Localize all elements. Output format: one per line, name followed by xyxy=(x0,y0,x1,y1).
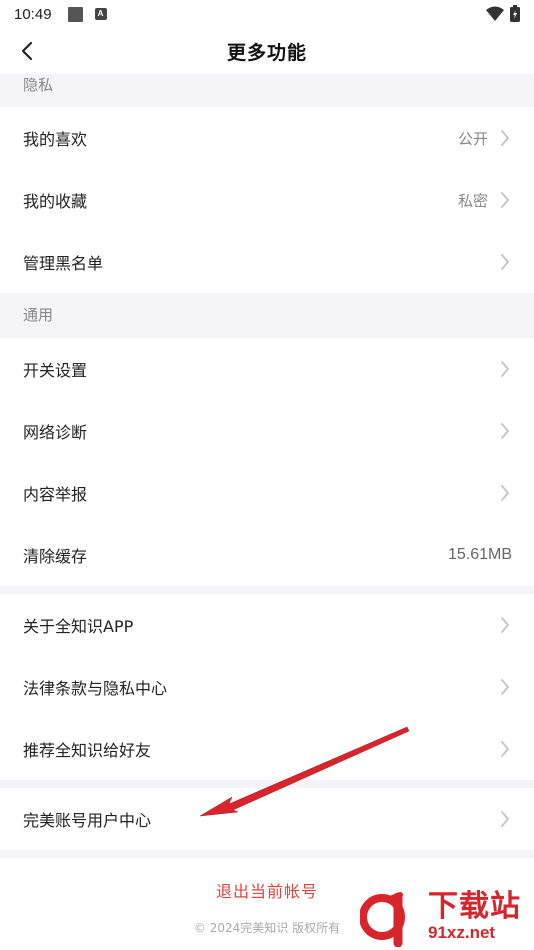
row-label: 管理黑名单 xyxy=(23,254,104,273)
row-label: 推荐全知识给好友 xyxy=(23,741,152,760)
cache-size-value: 15.61MB xyxy=(447,546,512,563)
row-label: 内容举报 xyxy=(23,485,88,504)
row-value: 公开 xyxy=(457,129,488,148)
status-bar: 10:49 A xyxy=(0,0,534,28)
chevron-right-icon xyxy=(498,740,512,758)
divider xyxy=(0,780,534,788)
row-value: 私密 xyxy=(457,191,488,210)
row-recommend-friends[interactable]: 推荐全知识给好友 xyxy=(0,718,534,780)
chevron-left-icon xyxy=(21,41,33,61)
row-switch-settings[interactable]: 开关设置 xyxy=(0,338,534,400)
row-manage-blacklist[interactable]: 管理黑名单 xyxy=(0,231,534,293)
watermark-text: 下载站 91xz.net xyxy=(428,891,521,943)
row-label: 关于全知识APP xyxy=(23,617,134,636)
page-title: 更多功能 xyxy=(226,41,307,64)
battery-icon xyxy=(510,5,520,22)
section-header-general: 通用 xyxy=(0,293,534,338)
a-notification-icon: A xyxy=(94,8,107,20)
row-label: 我的喜欢 xyxy=(23,130,88,149)
title-bar: 更多功能 xyxy=(0,28,534,74)
chevron-right-icon xyxy=(498,129,512,147)
row-label: 法律条款与隐私中心 xyxy=(23,679,168,698)
chevron-right-icon xyxy=(498,191,512,209)
chevron-right-icon xyxy=(498,253,512,271)
general-group: 开关设置 网络诊断 内容举报 清除缓存 15.61MB xyxy=(0,338,534,586)
privacy-group: 我的喜欢 公开 我的收藏 私密 管理黑名单 xyxy=(0,107,534,293)
row-label: 网络诊断 xyxy=(23,423,88,442)
chevron-right-icon xyxy=(498,422,512,440)
chevron-right-icon xyxy=(498,484,512,502)
notification-square-icon xyxy=(67,6,83,22)
row-content-report[interactable]: 内容举报 xyxy=(0,462,534,524)
chevron-right-icon xyxy=(498,360,512,378)
row-my-favorites[interactable]: 我的收藏 私密 xyxy=(0,169,534,231)
row-label: 完美账号用户中心 xyxy=(23,811,152,830)
back-button[interactable] xyxy=(10,34,44,68)
row-label: 开关设置 xyxy=(23,361,88,380)
watermark-url: 91xz.net xyxy=(428,923,496,942)
status-icons xyxy=(486,5,520,22)
divider xyxy=(0,586,534,594)
wifi-icon xyxy=(486,6,504,21)
watermark-logo xyxy=(359,887,424,948)
section-header-privacy: 隐私 xyxy=(0,74,534,107)
chevron-right-icon xyxy=(498,678,512,696)
row-network-diagnosis[interactable]: 网络诊断 xyxy=(0,400,534,462)
watermark-cn: 下载站 xyxy=(428,889,521,924)
row-about-app[interactable]: 关于全知识APP xyxy=(0,594,534,656)
row-legal-privacy[interactable]: 法律条款与隐私中心 xyxy=(0,656,534,718)
row-label: 清除缓存 xyxy=(23,547,88,566)
about-group: 关于全知识APP 法律条款与隐私中心 推荐全知识给好友 xyxy=(0,594,534,780)
row-my-likes[interactable]: 我的喜欢 公开 xyxy=(0,107,534,169)
account-group: 完美账号用户中心 xyxy=(0,788,534,850)
status-time: 10:49 xyxy=(14,5,52,23)
chevron-right-icon xyxy=(498,810,512,828)
row-account-center[interactable]: 完美账号用户中心 xyxy=(0,788,534,850)
watermark: 下载站 91xz.net xyxy=(359,886,530,948)
row-clear-cache[interactable]: 清除缓存 15.61MB xyxy=(0,524,534,586)
row-label: 我的收藏 xyxy=(23,192,88,211)
chevron-right-icon xyxy=(498,616,512,634)
